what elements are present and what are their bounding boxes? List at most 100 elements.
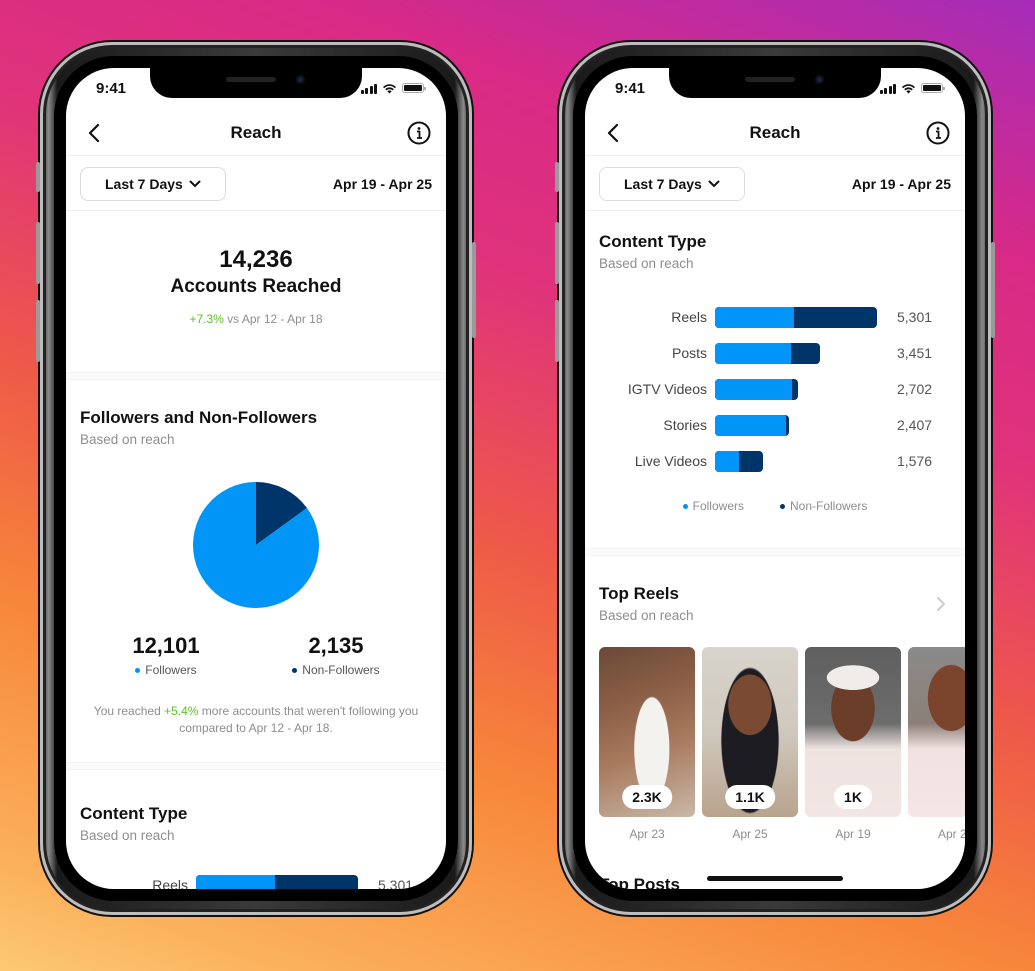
section-title: Followers and Non-Followers [80,408,318,427]
top-reels-carousel[interactable]: 2.3K Apr 23 1.1K Apr 25 1K Apr 19 900 [585,647,965,841]
bar-track [715,450,885,472]
legend-dot-non-followers [780,503,785,509]
reel-card[interactable]: 900 Apr 2 [908,647,965,841]
bar-track [196,874,366,889]
reel-card[interactable]: 1K Apr 19 [805,647,901,841]
content-type-bar-chart: Reels 5,301 Posts 3,451 IGTV Videos 2,702 Stor… [599,299,951,479]
followers-legend-dot [135,667,141,673]
bar-value-label: 2,407 [897,417,933,433]
home-indicator[interactable] [707,876,843,881]
change-comparison: vs Apr 12 - Apr 18 [223,312,323,326]
reach-screen-overview: 9:41 Reach Last 7 Days Apr 19 - Apr 25 1… [66,68,446,889]
power-button [991,242,995,338]
section-divider [66,762,446,770]
accounts-reached-summary: 14,236 Accounts Reached +7.3% vs Apr 12 … [66,212,446,372]
bar-value-label: 5,301 [897,309,933,325]
date-range-dropdown[interactable]: Last 7 Days [599,166,745,201]
filter-bar: Last 7 Days Apr 19 - Apr 25 [585,157,965,211]
bar-category-label: Reels [671,309,707,325]
power-button [472,242,476,338]
date-range-dropdown[interactable]: Last 7 Days [80,166,226,201]
volume-down-button [555,300,559,362]
accounts-reached-label: Accounts Reached [170,276,342,297]
chevron-left-icon[interactable] [601,120,627,146]
accounts-reached-change: +7.3% vs Apr 12 - Apr 18 [66,312,446,326]
bar-row: Reels 5,301 [599,299,951,335]
date-range-dropdown-label: Last 7 Days [624,175,702,192]
followers-section: Followers and Non-Followers Based on rea… [66,380,446,762]
bar-category-label: IGTV Videos [627,381,707,397]
non-followers-legend-dot [292,667,298,673]
scroll-content[interactable]: Content Type Based on reach Reels 5,301 Po… [585,212,965,889]
chevron-left-icon[interactable] [82,120,108,146]
change-percent: +7.3% [189,312,224,326]
reel-card[interactable]: 2.3K Apr 23 [599,647,695,841]
bar-value-label: 5,301 [378,877,414,889]
legend-label-non-followers: Non-Followers [790,499,868,513]
phone-frame-left: 9:41 Reach Last 7 Days Apr 19 - Apr 25 1… [36,42,476,915]
bar-non-followers [196,874,358,889]
reel-thumbnail[interactable]: 900 [908,647,965,817]
reel-views-badge: 1.1K [725,785,775,809]
bar-non-followers [715,378,798,400]
section-divider [66,372,446,380]
reel-card[interactable]: 1.1K Apr 25 [702,647,798,841]
wifi-icon [383,83,396,93]
top-reels-section: Top Reels Based on reach 2.3K Apr 23 1.1… [585,556,965,841]
filter-bar: Last 7 Days Apr 19 - Apr 25 [66,157,446,211]
followers-pie-chart [193,482,319,608]
bar-category-label: Reels [152,877,188,889]
bar-track [715,306,885,328]
status-time: 9:41 [615,79,646,97]
followers-label: Followers [145,663,197,677]
wifi-icon [902,83,915,93]
reel-date: Apr 25 [732,827,768,841]
bar-followers [715,450,740,472]
bar-value-label: 1,576 [897,453,933,469]
battery-icon [921,83,945,93]
volume-up-button [555,222,559,284]
reel-thumbnail[interactable]: 1.1K [702,647,798,817]
chevron-down-icon [189,180,201,187]
non-followers-stat: 2,135 Non-Followers [292,633,380,677]
reel-thumbnail[interactable]: 1K [805,647,901,817]
top-reels-header[interactable]: Top Reels Based on reach [585,584,965,623]
bar-non-followers [715,450,764,472]
scroll-content[interactable]: 14,236 Accounts Reached +7.3% vs Apr 12 … [66,212,446,889]
followers-stat: 12,101 Followers [132,633,199,677]
section-subtitle: Based on reach [80,432,175,447]
accounts-reached-value: 14,236 [219,246,293,273]
legend-item-non-followers: Non-Followers [780,499,867,513]
section-divider [585,548,965,556]
status-time: 9:41 [96,79,127,97]
bar-followers [715,306,794,328]
date-range-text: Apr 19 - Apr 25 [332,175,432,192]
bar-followers [715,414,787,436]
bar-non-followers [715,414,789,436]
legend-dot-followers [682,503,688,509]
reel-thumbnail[interactable]: 2.3K [599,647,695,817]
mute-switch [555,162,559,192]
bar-value-label: 2,702 [897,381,933,397]
note-prefix: You reached [93,704,165,718]
bar-followers [196,874,275,889]
legend-label-followers: Followers [692,499,744,513]
date-range-dropdown-label: Last 7 Days [105,175,183,192]
section-subtitle: Based on reach [599,256,694,271]
reel-date: Apr 19 [835,827,871,841]
section-subtitle: Based on reach [80,828,175,843]
followers-value: 12,101 [132,633,200,658]
bar-non-followers [715,342,821,364]
notch [150,68,362,98]
reach-screen-content: 9:41 Reach Last 7 Days Apr 19 - Apr 25 C… [585,68,965,889]
chevron-right-icon[interactable] [931,594,951,614]
bar-value-label: 3,451 [897,345,933,361]
content-type-bar-chart-preview: Reels 5,301 [80,867,432,889]
info-icon[interactable] [925,120,951,146]
bar-row: IGTV Videos 2,702 [599,371,951,407]
chart-legend: Followers Non-Followers [599,499,951,513]
battery-icon [402,83,426,93]
volume-down-button [36,300,40,362]
bar-track [715,378,885,400]
info-icon[interactable] [406,120,432,146]
